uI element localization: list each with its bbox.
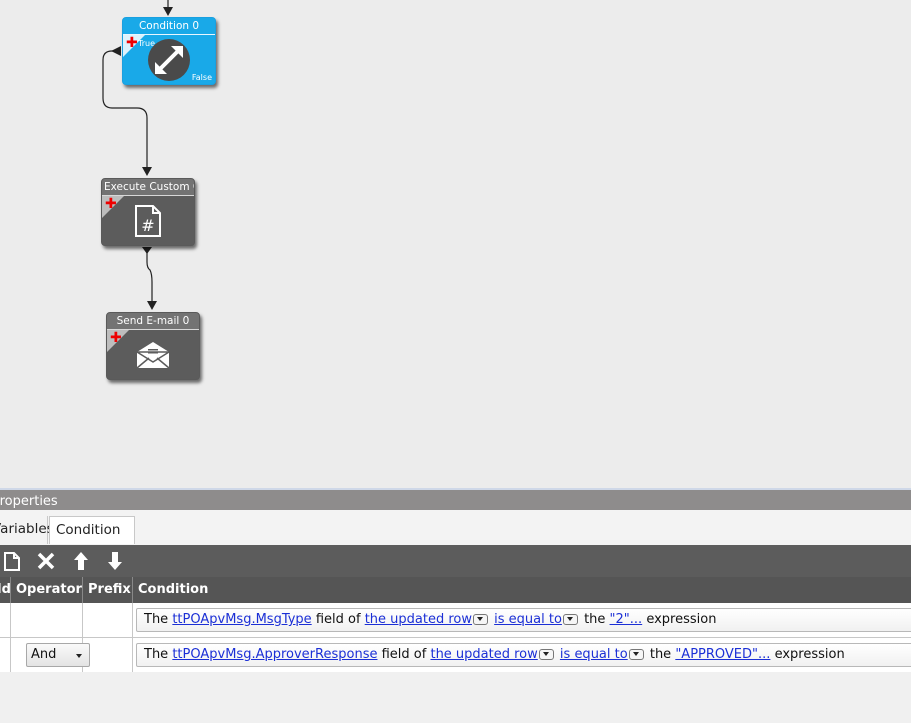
- chevron-down-icon[interactable]: [473, 614, 488, 625]
- condition-expression: The ttPOApvMsg.MsgType field of the upda…: [136, 608, 911, 632]
- column-condition[interactable]: Condition: [133, 577, 911, 603]
- operator-cell[interactable]: [11, 603, 83, 637]
- tab-condition-0[interactable]: Condition 0: [49, 516, 135, 564]
- false-output-label: False: [191, 73, 212, 82]
- conditions-grid: Field Operator Prefix Condition The ttPO…: [0, 577, 911, 673]
- properties-tabs: Variables Condition 0: [0, 510, 911, 564]
- add-icon[interactable]: ✚: [126, 36, 138, 50]
- source-link[interactable]: the updated row: [430, 647, 537, 662]
- node-title: Condition 0: [123, 18, 215, 35]
- add-icon[interactable]: ✚: [110, 331, 122, 345]
- prefix-cell[interactable]: [83, 638, 133, 672]
- move-down-icon[interactable]: [103, 549, 127, 573]
- chevron-down-icon[interactable]: [538, 649, 554, 660]
- condition-expression: The ttPOApvMsg.ApproverResponse field of…: [136, 643, 911, 667]
- column-prefix[interactable]: Prefix: [83, 577, 133, 603]
- delete-icon[interactable]: [34, 549, 58, 573]
- panel-title: Properties: [0, 494, 58, 509]
- execute-custom-code-node[interactable]: Execute Custom Code ✚ #: [101, 178, 195, 246]
- condition-toolbar: [0, 545, 911, 577]
- value-link[interactable]: "APPROVED"...: [675, 647, 770, 662]
- operator-select[interactable]: And: [26, 643, 90, 667]
- node-title: Send E-mail 0: [107, 313, 199, 330]
- add-icon[interactable]: ✚: [105, 197, 117, 211]
- condition-node[interactable]: Condition 0 ✚ True False: [122, 17, 216, 85]
- move-up-icon[interactable]: [69, 549, 93, 573]
- chevron-down-icon[interactable]: [562, 614, 578, 625]
- csharp-file-icon: #: [135, 204, 161, 237]
- source-link[interactable]: the updated row: [365, 612, 472, 627]
- field-link[interactable]: ttPOApvMsg.MsgType: [172, 612, 311, 627]
- node-title: Execute Custom Code: [102, 179, 194, 196]
- field-link[interactable]: ttPOApvMsg.ApproverResponse: [172, 647, 377, 662]
- arrows-diagonal-icon: [148, 38, 190, 81]
- comparison-link[interactable]: is equal to: [560, 647, 628, 662]
- svg-text:#: #: [141, 216, 154, 235]
- grid-empty-area: [0, 672, 911, 723]
- column-operator[interactable]: Operator: [11, 577, 83, 603]
- column-field[interactable]: Field: [0, 577, 11, 603]
- new-icon[interactable]: [0, 549, 24, 573]
- grid-header: Field Operator Prefix Condition: [0, 577, 911, 603]
- envelope-icon: [135, 341, 171, 369]
- value-link[interactable]: "2"...: [610, 612, 643, 627]
- table-row[interactable]: The ttPOApvMsg.MsgType field of the upda…: [0, 603, 911, 638]
- workflow-canvas[interactable]: Condition 0 ✚ True False Execute Custom …: [0, 0, 911, 488]
- properties-header: Properties: [0, 488, 911, 510]
- prefix-cell[interactable]: [83, 603, 133, 637]
- send-email-node[interactable]: Send E-mail 0 ✚: [106, 312, 200, 380]
- table-row[interactable]: And The ttPOApvMsg.ApproverResponse fiel…: [0, 638, 911, 673]
- chevron-down-icon[interactable]: [628, 649, 644, 660]
- tab-variables[interactable]: Variables: [0, 516, 54, 544]
- comparison-link[interactable]: is equal to: [494, 612, 562, 627]
